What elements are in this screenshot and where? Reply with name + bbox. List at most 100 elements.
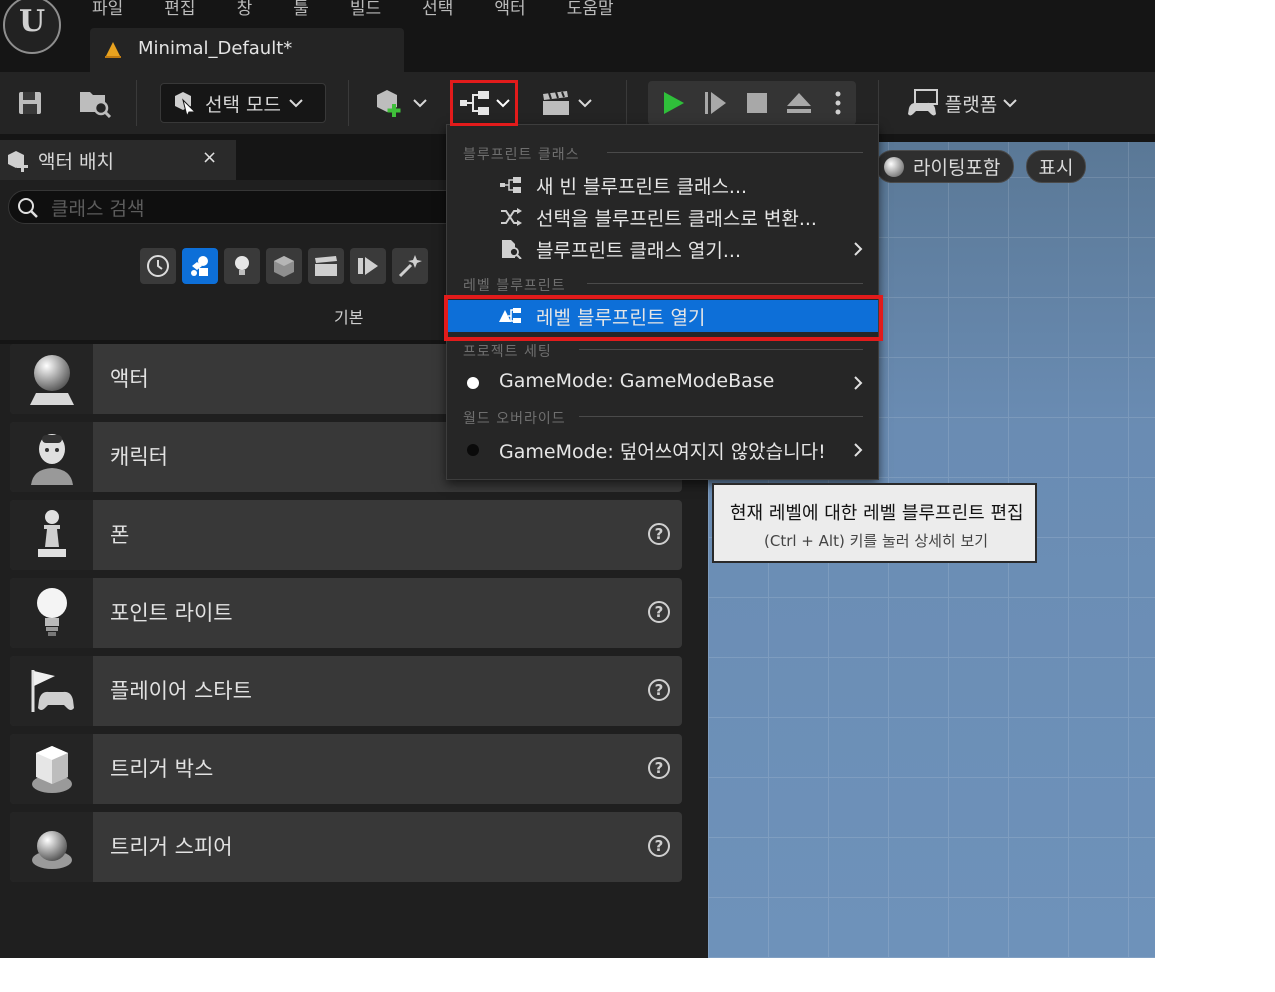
list-item-trigger-sphere[interactable]: 트리거 스피어 ? xyxy=(10,812,682,882)
list-item-player-start[interactable]: 플레이어 스타트 ? xyxy=(10,656,682,726)
category-cinematic[interactable] xyxy=(308,248,344,284)
cube-icon xyxy=(274,256,294,277)
tooltip-line-2: (Ctrl + Alt) 키를 눌러 상세히 보기 xyxy=(764,532,989,550)
world-gamemode-item[interactable]: GameMode: 덮어쓰여지지 않았습니다! xyxy=(447,434,878,466)
help-icon[interactable]: ? xyxy=(648,679,670,701)
play-options-button[interactable] xyxy=(820,81,856,125)
bullet-icon xyxy=(467,444,479,456)
tooltip-line-1: 현재 레벨에 대한 레벨 블루프린트 편집 xyxy=(730,503,1024,524)
project-gamemode-item[interactable]: GameMode: GameModeBase xyxy=(447,367,878,399)
chevron-right-icon xyxy=(854,376,863,390)
place-actors-title: 액터 배치 xyxy=(38,151,114,173)
new-empty-blueprint-item[interactable]: 새 빈 블루프린트 클래스... xyxy=(447,169,878,201)
place-actors-icon xyxy=(8,151,28,172)
play-icon xyxy=(664,92,684,114)
eject-button[interactable] xyxy=(778,81,820,125)
selection-mode-label: 선택 모드 xyxy=(205,93,281,116)
pawn-item-label: 폰 xyxy=(110,523,130,547)
close-icon[interactable]: × xyxy=(202,147,217,168)
add-actor-icon xyxy=(377,90,401,117)
character-thumbnail-icon xyxy=(10,422,93,492)
lighting-mode-button[interactable]: 라이팅포함 xyxy=(876,150,1014,183)
level-icon xyxy=(105,42,121,58)
class-search-input[interactable]: 클래스 검색 xyxy=(8,190,468,224)
place-actors-tab[interactable]: 액터 배치 × xyxy=(0,140,236,180)
category-effects[interactable] xyxy=(392,248,428,284)
menu-help[interactable]: 도움말 xyxy=(567,0,614,19)
category-label: 기본 xyxy=(334,308,364,327)
player-start-item-label: 플레이어 스타트 xyxy=(110,679,252,703)
show-flags-label: 표시 xyxy=(1038,157,1074,179)
search-placeholder: 클래스 검색 xyxy=(51,198,145,220)
highlight-open-level-blueprint xyxy=(444,295,883,341)
bullet-icon xyxy=(467,377,479,389)
advance-frame-button[interactable] xyxy=(694,81,736,125)
content-browser-button[interactable] xyxy=(76,72,114,134)
show-flags-button[interactable]: 표시 xyxy=(1026,150,1086,183)
menu-window[interactable]: 창 xyxy=(237,0,253,19)
trigger-box-thumbnail-icon xyxy=(10,734,93,804)
file-search-icon xyxy=(502,240,522,259)
toolbar-separator xyxy=(348,80,349,126)
add-actor-button[interactable] xyxy=(370,72,430,134)
category-shapes[interactable] xyxy=(266,248,302,284)
list-item-pawn[interactable]: 폰 ? xyxy=(10,500,682,570)
chevron-right-icon xyxy=(854,242,863,256)
save-button[interactable] xyxy=(12,72,48,134)
point-light-thumbnail-icon xyxy=(10,578,93,648)
platforms-label: 플랫폼 xyxy=(944,93,998,116)
section-divider xyxy=(579,349,863,350)
point-light-item-label: 포인트 라이트 xyxy=(110,601,233,625)
selection-mode-dropdown[interactable]: 선택 모드 xyxy=(160,83,326,123)
select-mode-icon xyxy=(175,92,197,116)
trigger-sphere-thumbnail-icon xyxy=(10,812,93,882)
menu-tools[interactable]: 툴 xyxy=(293,0,309,19)
actor-category-bar xyxy=(140,248,434,284)
list-item-trigger-box[interactable]: 트리거 박스 ? xyxy=(10,734,682,804)
world-gamemode-label: GameMode: 덮어쓰여지지 않았습니다! xyxy=(499,441,826,463)
convert-selection-item[interactable]: 선택을 블루프린트 클래스로 변환... xyxy=(447,201,878,233)
play-controls xyxy=(648,81,856,125)
character-item-label: 캐릭터 xyxy=(110,445,168,469)
convert-selection-label: 선택을 블루프린트 클래스로 변환... xyxy=(536,208,817,230)
search-icon xyxy=(18,198,38,218)
menu-actor[interactable]: 액터 xyxy=(494,0,525,19)
category-basic[interactable] xyxy=(182,248,218,284)
toolbar-separator xyxy=(626,80,627,126)
help-icon[interactable]: ? xyxy=(648,601,670,623)
help-icon[interactable]: ? xyxy=(648,835,670,857)
help-icon[interactable]: ? xyxy=(648,757,670,779)
stop-icon xyxy=(747,93,767,113)
category-lights[interactable] xyxy=(224,248,260,284)
open-blueprint-class-label: 블루프린트 클래스 열기... xyxy=(536,240,741,262)
trigger-box-item-label: 트리거 박스 xyxy=(110,757,214,781)
chevron-down-icon xyxy=(578,99,592,108)
menu-file[interactable]: 파일 xyxy=(92,0,123,19)
category-visual-effects[interactable] xyxy=(350,248,386,284)
section-blueprint-classes: 블루프린트 클래스 xyxy=(463,147,580,163)
actor-item-label: 액터 xyxy=(110,367,149,391)
blueprint-icon xyxy=(500,177,521,193)
clapperboard-icon xyxy=(543,91,569,115)
actor-thumbnail-icon xyxy=(10,344,93,414)
open-blueprint-class-item[interactable]: 블루프린트 클래스 열기... xyxy=(447,233,878,265)
list-item-point-light[interactable]: 포인트 라이트 ? xyxy=(10,578,682,648)
unreal-logo-icon[interactable]: U xyxy=(3,0,61,54)
stop-button[interactable] xyxy=(736,81,778,125)
highlight-blueprint-button xyxy=(450,80,518,126)
platforms-dropdown[interactable]: 플랫폼 xyxy=(900,72,1024,134)
chevron-right-icon xyxy=(854,443,863,457)
chevron-down-icon xyxy=(413,99,427,108)
new-empty-blueprint-label: 새 빈 블루프린트 클래스... xyxy=(536,176,748,198)
level-blueprint-tooltip: 현재 레벨에 대한 레벨 블루프린트 편집 (Ctrl + Alt) 키를 눌러… xyxy=(712,483,1037,563)
clapperboard-icon xyxy=(315,256,337,276)
lighting-mode-label: 라이팅포함 xyxy=(913,157,1001,179)
level-document-tab[interactable]: Minimal_Default* xyxy=(90,28,404,72)
category-recent[interactable] xyxy=(140,248,176,284)
chevron-down-icon xyxy=(289,99,303,108)
menu-select[interactable]: 선택 xyxy=(422,0,453,19)
menu-edit[interactable]: 편집 xyxy=(164,0,195,19)
help-icon[interactable]: ? xyxy=(648,523,670,545)
menu-build[interactable]: 빌드 xyxy=(350,0,381,19)
play-button[interactable] xyxy=(652,81,694,125)
